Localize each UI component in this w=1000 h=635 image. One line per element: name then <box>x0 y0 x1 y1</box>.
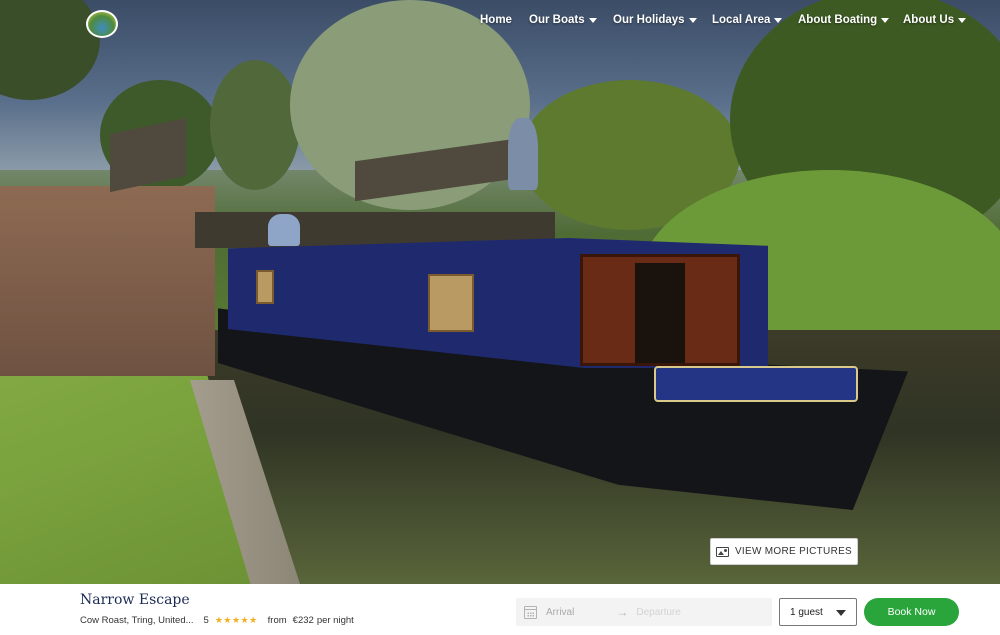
calendar-icon <box>524 605 537 619</box>
nav-label: Local Area <box>712 14 771 26</box>
location-text: Cow Roast, Tring, United... <box>80 615 194 626</box>
image-icon <box>715 546 729 557</box>
booking-bar: Narrow Escape Cow Roast, Tring, United..… <box>0 584 1000 635</box>
nav-about-boating[interactable]: About Boating <box>798 14 890 26</box>
caret-down-icon <box>688 17 697 23</box>
date-range-picker[interactable]: Arrival → Departure <box>516 598 772 626</box>
view-more-label: VIEW MORE PICTURES <box>734 546 853 557</box>
caret-down-icon <box>881 17 890 23</box>
nav-label: About Boating <box>798 14 878 26</box>
nav-our-holidays[interactable]: Our Holidays <box>613 14 697 26</box>
person-on-gate <box>508 118 538 190</box>
nav-our-boats[interactable]: Our Boats <box>529 14 597 26</box>
nav-local-area[interactable]: Local Area <box>712 14 783 26</box>
caret-down-icon <box>836 610 846 616</box>
caret-down-icon <box>588 17 597 23</box>
rating-value: 5 <box>203 615 209 626</box>
price-unit: per night <box>316 615 354 626</box>
departure-input[interactable]: Departure <box>636 607 680 618</box>
boat-title: Narrow Escape <box>80 592 190 608</box>
caret-down-icon <box>958 17 967 23</box>
boat-window <box>256 270 274 304</box>
nav-home[interactable]: Home <box>480 14 512 26</box>
nav-label: Our Holidays <box>613 14 685 26</box>
boat-window <box>428 274 474 332</box>
arrow-right-icon: → <box>616 605 629 619</box>
boat-doors <box>580 254 740 366</box>
main-nav: Home Our Boats Our Holidays Local Area A… <box>0 14 1000 34</box>
price-value: €232 <box>292 615 314 626</box>
nav-about-us[interactable]: About Us <box>903 14 967 26</box>
caret-down-icon <box>774 17 783 23</box>
arrival-input[interactable]: Arrival <box>546 607 574 618</box>
from-label: from <box>267 615 287 626</box>
nav-label: Home <box>480 14 512 26</box>
view-more-pictures-button[interactable]: VIEW MORE PICTURES <box>710 538 858 565</box>
boat-trim-panel <box>654 366 858 402</box>
book-now-button[interactable]: Book Now <box>864 598 959 626</box>
lock-wall <box>0 186 215 376</box>
star-rating-icon: ★★★★★ <box>214 615 258 625</box>
hero-photo <box>0 0 1000 584</box>
guests-select[interactable]: 1 guest <box>779 598 857 626</box>
nav-label: Our Boats <box>529 14 585 26</box>
tree <box>210 60 300 190</box>
person-on-boat <box>268 214 300 246</box>
nav-label: About Us <box>903 14 955 26</box>
guests-value: 1 guest <box>790 606 823 618</box>
listing-meta: Cow Roast, Tring, United... 5 ★★★★★ from… <box>80 615 354 626</box>
